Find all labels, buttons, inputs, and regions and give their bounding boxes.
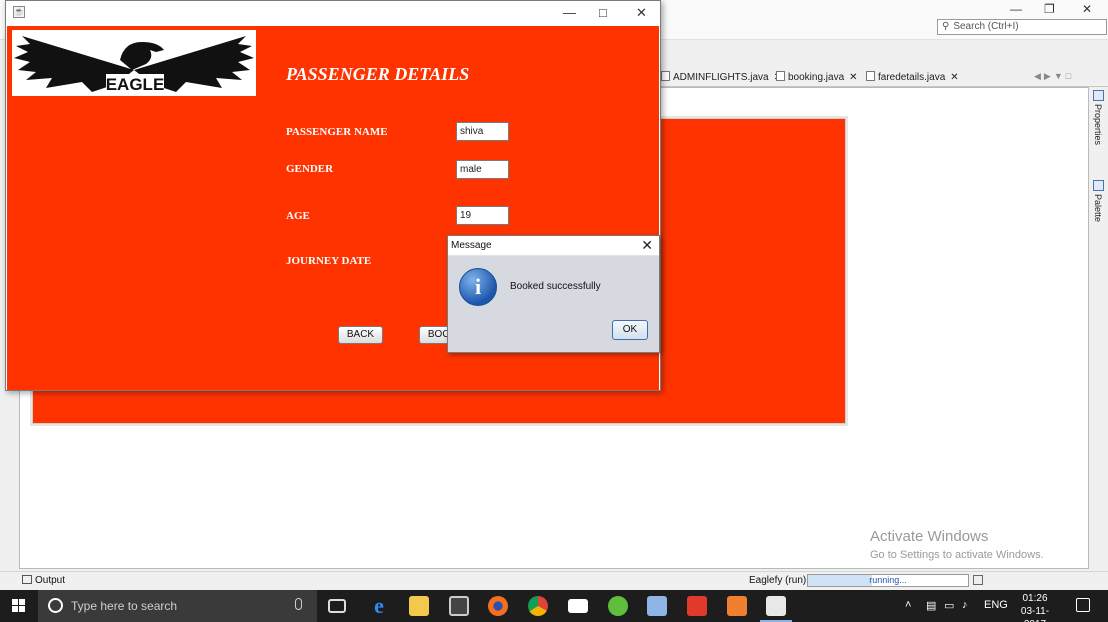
taskbar-search-box[interactable]: Type here to search <box>38 590 317 622</box>
java-taskbar-icon[interactable] <box>760 596 792 622</box>
dialog-message: Booked successfully <box>510 281 601 292</box>
language-indicator[interactable]: ENG <box>984 599 1008 611</box>
tab-label: booking.java <box>788 72 845 83</box>
app-minimize-button[interactable]: — <box>563 5 576 20</box>
chrome-icon[interactable] <box>528 596 548 616</box>
app-titlebar: ☕ — □ ✕ <box>6 1 660 25</box>
ide-statusbar: Output Eaglefy (run) running... <box>0 571 1108 590</box>
java-file-icon <box>661 71 670 81</box>
palette-rail-tab[interactable]: Palette <box>1093 194 1103 222</box>
battery-icon[interactable]: ▭ <box>944 599 954 612</box>
network-icon[interactable]: ▤ <box>926 599 936 612</box>
search-icon: ⚲ <box>942 21 950 32</box>
store-icon[interactable] <box>449 596 469 616</box>
passenger-name-label: PASSENGER NAME <box>286 126 388 138</box>
ide-restore-button[interactable]: ❐ <box>1044 2 1055 16</box>
edge-browser-icon[interactable]: e <box>369 595 389 617</box>
windows-logo-icon <box>12 599 18 605</box>
palette-icon <box>1093 180 1104 191</box>
journey-date-label: JOURNEY DATE <box>286 255 372 267</box>
volume-icon[interactable]: ♪ <box>962 599 968 611</box>
java-file-icon <box>866 71 875 81</box>
activate-windows-watermark: Activate Windows Go to Settings to activ… <box>870 528 1044 561</box>
page-title: PASSENGER DETAILS <box>286 64 470 84</box>
run-task-label: Eaglefy (run) <box>749 575 807 586</box>
gender-input[interactable]: male <box>456 160 509 179</box>
xampp-icon[interactable] <box>727 596 747 616</box>
utorrent-icon[interactable] <box>608 596 628 616</box>
ide-close-button[interactable]: ✕ <box>1082 2 1092 16</box>
run-progress-bar[interactable]: running... <box>807 574 969 587</box>
show-hidden-icons[interactable]: ˄ <box>905 599 911 611</box>
passenger-name-input[interactable]: shiva <box>456 122 509 141</box>
eagle-logo: EAGLE <box>12 30 256 96</box>
start-button[interactable] <box>0 590 38 622</box>
age-label: AGE <box>286 210 310 222</box>
properties-rail-tab[interactable]: Properties <box>1093 104 1103 145</box>
dialog-close-icon[interactable]: ✕ <box>641 237 653 254</box>
clock-date: 03-11-2017 <box>1020 606 1050 622</box>
tab-faredetails[interactable]: faredetails.java ✕ <box>866 70 959 86</box>
java-file-icon <box>776 71 785 81</box>
tab-close-icon[interactable]: ✕ <box>950 72 958 83</box>
mail-icon[interactable] <box>568 599 588 613</box>
windows-taskbar: Type here to search e ˄ ▤ ▭ ♪ ENG 01:26 … <box>0 590 1108 622</box>
ide-right-rail <box>1090 87 1108 569</box>
taskbar-search-placeholder: Type here to search <box>71 599 178 613</box>
output-label: Output <box>35 575 66 586</box>
activate-line1: Activate Windows <box>870 528 989 545</box>
cortana-icon <box>48 598 63 613</box>
app-maximize-button[interactable]: □ <box>599 5 607 20</box>
gender-label: GENDER <box>286 163 334 175</box>
tab-booking[interactable]: booking.java ✕ <box>776 70 858 86</box>
action-center-icon[interactable] <box>1076 598 1090 612</box>
firefox-icon[interactable] <box>488 596 508 616</box>
java-app-icon: ☕ <box>13 6 25 18</box>
taskbar-clock[interactable]: 01:26 03-11-2017 <box>1010 592 1060 622</box>
acrobat-icon[interactable] <box>687 596 707 616</box>
eagle-logo-graphic: EAGLE <box>14 36 254 94</box>
file-explorer-icon[interactable] <box>409 596 429 616</box>
task-view-icon[interactable] <box>328 599 346 613</box>
dialog-titlebar: Message ✕ <box>448 236 659 256</box>
tab-label: ADMINFLIGHTS.java <box>673 72 769 83</box>
output-window-icon <box>22 575 32 584</box>
back-button[interactable]: BACK <box>338 326 383 344</box>
app-close-button[interactable]: ✕ <box>636 5 647 21</box>
progress-text: running... <box>869 575 907 585</box>
ide-minimize-button[interactable]: — <box>1010 2 1022 16</box>
clock-time: 01:26 <box>1022 593 1048 604</box>
properties-icon <box>1093 90 1104 101</box>
dialog-title: Message <box>451 240 492 251</box>
message-dialog: Message ✕ i Booked successfully OK <box>447 235 660 353</box>
info-icon: i <box>459 268 497 306</box>
output-tab[interactable]: Output <box>22 575 65 586</box>
age-input[interactable]: 19 <box>456 206 509 225</box>
ok-button[interactable]: OK <box>612 320 648 340</box>
microphone-icon[interactable] <box>295 598 302 610</box>
stop-task-button[interactable] <box>973 575 983 585</box>
tab-label: faredetails.java <box>878 72 946 83</box>
activate-line2: Go to Settings to activate Windows. <box>870 549 1044 561</box>
ide-search-field[interactable]: ⚲ Search (Ctrl+I) <box>937 19 1107 35</box>
virtualbox-icon[interactable] <box>647 596 667 616</box>
logo-wordmark: EAGLE <box>106 75 165 94</box>
ide-search-placeholder: Search (Ctrl+I) <box>953 21 1019 32</box>
tab-scroll-arrows[interactable]: ◀▶▼□ <box>1034 71 1074 82</box>
tab-adminflights[interactable]: ADMINFLIGHTS.java✕ <box>661 70 782 86</box>
tab-close-icon[interactable]: ✕ <box>849 72 857 83</box>
